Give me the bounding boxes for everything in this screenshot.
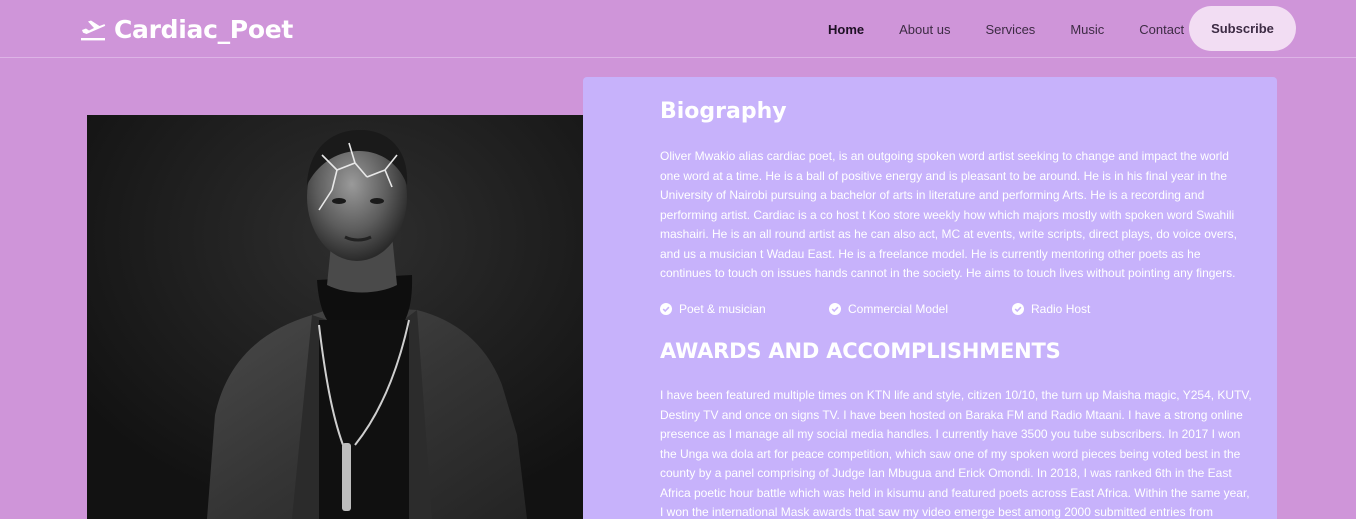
subscribe-button[interactable]: Subscribe [1189,6,1296,51]
top-navbar: Cardiac_Poet Home About us Services Musi… [0,0,1356,58]
airplane-takeoff-icon [81,20,106,41]
skills-list: Poet & musician Commercial Model Radio H… [660,302,1252,320]
skill-item: Poet & musician [660,302,766,316]
main-nav: Home About us Services Music Contact [828,0,1219,58]
portrait-photo [87,115,583,519]
biography-heading: Biography [660,99,787,124]
brand-name: Cardiac_Poet [114,14,294,44]
skill-item: Commercial Model [829,302,948,316]
biography-card: Biography Oliver Mwakio alias cardiac po… [583,77,1277,519]
awards-heading: AWARDS AND ACCOMPLISHMENTS [660,339,1061,363]
check-circle-icon [1012,303,1024,315]
portrait-illustration [87,115,583,519]
nav-item-about-us[interactable]: About us [899,22,950,37]
skill-label: Commercial Model [848,302,949,316]
nav-item-contact[interactable]: Contact [1139,22,1184,37]
check-circle-icon [660,303,672,315]
skill-item: Radio Host [1012,302,1090,316]
nav-item-music[interactable]: Music [1070,22,1104,37]
skill-label: Radio Host [1031,302,1091,316]
brand-logo[interactable]: Cardiac_Poet [80,13,293,45]
biography-text: Oliver Mwakio alias cardiac poet, is an … [660,149,1237,280]
nav-item-home[interactable]: Home [828,22,864,37]
awards-text: I have been featured multiple times on K… [660,388,1252,519]
page: Cardiac_Poet Home About us Services Musi… [0,0,1356,519]
skill-label: Poet & musician [679,302,766,316]
nav-item-services[interactable]: Services [985,22,1035,37]
check-circle-icon [829,303,841,315]
